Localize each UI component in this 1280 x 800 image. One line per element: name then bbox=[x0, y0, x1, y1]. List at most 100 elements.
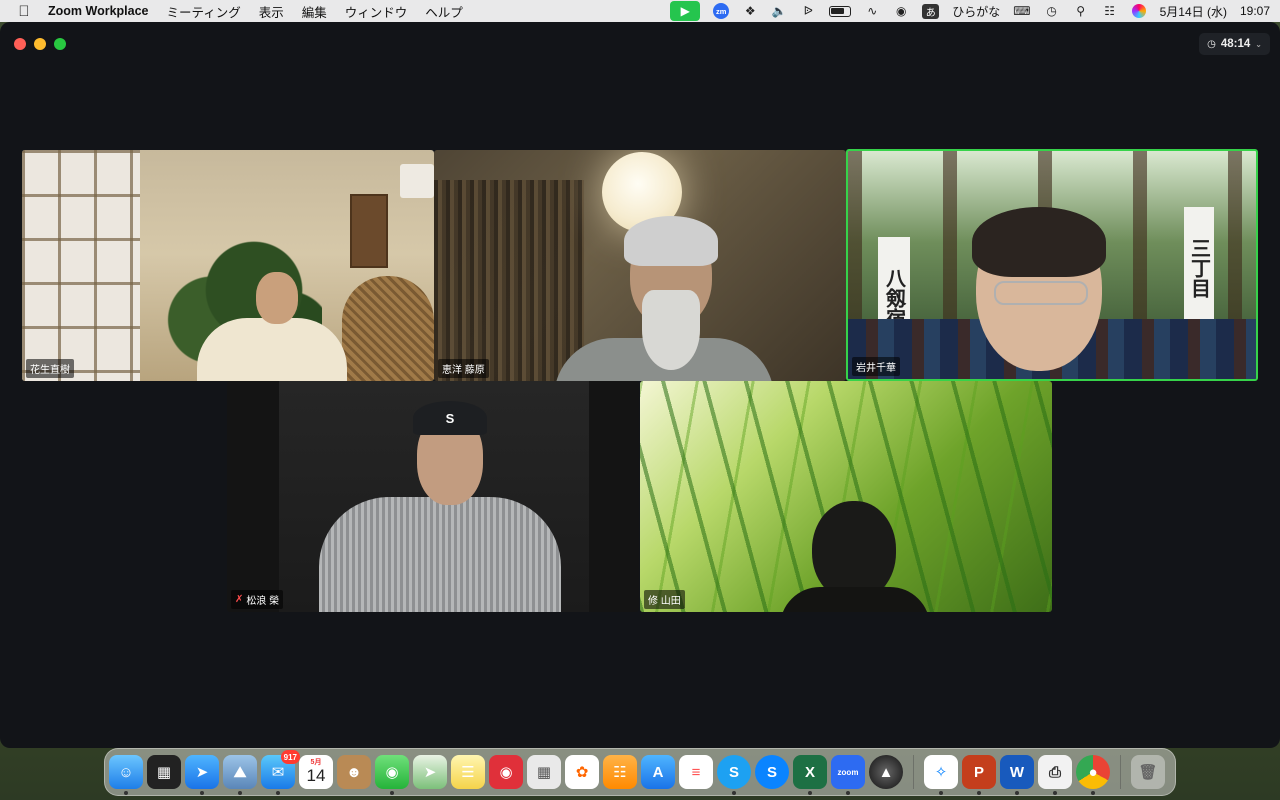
wicker-chair bbox=[342, 276, 434, 381]
printer-icon[interactable]: ⎙ bbox=[1038, 755, 1072, 795]
word-icon[interactable]: W bbox=[1000, 755, 1034, 795]
time-machine-icon[interactable]: ◷ bbox=[1044, 3, 1060, 19]
menu-edit[interactable]: 編集 bbox=[302, 2, 327, 21]
mail-icon[interactable]: ✉ 917 bbox=[261, 750, 300, 795]
wall-carving bbox=[350, 194, 388, 268]
books-icon[interactable]: ☷ bbox=[603, 755, 637, 789]
participant-name: 修 山田 bbox=[648, 596, 681, 607]
participant-hair bbox=[972, 207, 1106, 277]
zoom-meeting-window: ◷ 48:14 ⌄ 花生直樹 恵洋 藤原 八剱宿 三丁目 岩井千華 S ✗ 松浪… bbox=[0, 22, 1280, 748]
participant-cap: S bbox=[413, 401, 487, 435]
video-tile[interactable]: 恵洋 藤原 bbox=[434, 150, 846, 381]
participant-name: 花生直樹 bbox=[30, 365, 70, 376]
participant-body bbox=[780, 587, 930, 612]
dropbox-icon[interactable]: ❖ bbox=[742, 3, 758, 19]
menu-meeting[interactable]: ミーティング bbox=[166, 2, 240, 21]
dock-separator bbox=[913, 755, 914, 789]
participant-name-label: 恵洋 藤原 bbox=[438, 359, 489, 378]
meeting-timer[interactable]: ◷ 48:14 ⌄ bbox=[1199, 33, 1270, 55]
notes-icon[interactable]: ☰ bbox=[451, 755, 485, 789]
finder-icon[interactable]: ☺ bbox=[109, 755, 143, 795]
participant-name-label: 岩井千華 bbox=[852, 357, 900, 376]
photos-icon[interactable]: ✿ bbox=[565, 755, 599, 789]
mail-badge: 917 bbox=[280, 750, 300, 764]
participant-name-label: 修 山田 bbox=[644, 590, 685, 609]
bluetooth-icon[interactable]: ᐉ bbox=[800, 3, 816, 19]
participant-head bbox=[812, 501, 896, 601]
festival-banner: 三丁目 bbox=[1184, 207, 1214, 329]
status-area: ▶ zm ❖ 🔈 ᐉ ∿ ◉ あ ひらがな ⌨ ◷ ⚲ ☷ 5月14日 (水) … bbox=[670, 0, 1270, 22]
zoom-menu-icon[interactable]: zm bbox=[713, 3, 730, 19]
input-method-icon[interactable]: あ bbox=[922, 3, 940, 19]
close-window-button[interactable] bbox=[14, 38, 26, 50]
skype-letter: S bbox=[728, 763, 739, 781]
user-account-icon[interactable]: ◉ bbox=[893, 3, 909, 19]
chrome-icon[interactable]: ● bbox=[1076, 755, 1110, 795]
reminders-icon[interactable]: ≡ bbox=[679, 755, 713, 789]
bookshelf bbox=[434, 180, 584, 381]
maps-icon[interactable]: ➤ bbox=[413, 755, 447, 789]
participant-name: 岩井千華 bbox=[856, 363, 896, 374]
zoom-video-status-icon[interactable]: ▶ bbox=[670, 1, 701, 21]
app-menu-zoom-workplace[interactable]: Zoom Workplace bbox=[48, 4, 148, 18]
participant-name-label: ✗ 松浪 榮 bbox=[231, 590, 284, 609]
trash-icon[interactable]: 🗑 bbox=[1131, 755, 1165, 789]
preview-icon[interactable]: ⛰ bbox=[223, 755, 257, 795]
keyboard-icon[interactable]: ⌨ bbox=[1013, 3, 1030, 19]
messages-icon[interactable]: ◉ bbox=[375, 755, 409, 795]
video-tile[interactable]: 修 山田 bbox=[640, 381, 1052, 612]
wifi-icon[interactable]: ∿ bbox=[864, 3, 880, 19]
zoom-label: zoom bbox=[837, 767, 859, 777]
menu-bar-time[interactable]: 19:07 bbox=[1240, 4, 1270, 18]
calendar-icon[interactable]: 5月 14 bbox=[299, 755, 333, 789]
chevron-down-icon: ⌄ bbox=[1255, 39, 1262, 49]
video-tile[interactable]: S ✗ 松浪 榮 bbox=[227, 381, 639, 612]
window-controls bbox=[14, 38, 66, 50]
participant-name: 恵洋 藤原 bbox=[442, 365, 485, 376]
launchpad-icon[interactable]: ▦ bbox=[527, 755, 561, 789]
safari-icon[interactable]: ➤ bbox=[185, 755, 219, 795]
word-letter: W bbox=[1009, 763, 1025, 781]
menu-bar:  Zoom Workplace ミーティング 表示 編集 ウィンドウ ヘルプ … bbox=[0, 0, 1280, 22]
powerpoint-letter: P bbox=[973, 763, 984, 781]
skype-letter: S bbox=[766, 763, 777, 781]
powerpoint-icon[interactable]: P bbox=[962, 755, 996, 795]
shoji-screen bbox=[22, 150, 140, 381]
participant-head bbox=[256, 272, 298, 324]
contacts-icon[interactable]: ☻ bbox=[337, 755, 371, 789]
participant-beard bbox=[642, 290, 700, 370]
menu-help[interactable]: ヘルプ bbox=[425, 2, 463, 21]
menu-view[interactable]: 表示 bbox=[259, 2, 284, 21]
app-store-icon[interactable]: A bbox=[641, 755, 675, 789]
spotlight-search-icon[interactable]: ⚲ bbox=[1073, 3, 1089, 19]
apple-menu-icon[interactable]:  bbox=[0, 3, 48, 20]
microphone-muted-icon: ✗ bbox=[235, 594, 244, 605]
control-center-icon[interactable]: ☷ bbox=[1102, 3, 1118, 19]
siri-icon[interactable] bbox=[1131, 3, 1147, 19]
participant-name-label: 花生直樹 bbox=[26, 359, 74, 378]
input-method-label[interactable]: ひらがな bbox=[952, 3, 1000, 20]
volume-icon[interactable]: 🔈 bbox=[771, 3, 787, 19]
participant-name: 松浪 榮 bbox=[246, 596, 280, 607]
participant-body bbox=[197, 318, 347, 381]
meeting-timer-value: 48:14 bbox=[1220, 38, 1251, 50]
excel-icon[interactable]: X bbox=[793, 755, 827, 795]
air-conditioner bbox=[400, 164, 434, 198]
google-drive-icon[interactable]: ▲ bbox=[869, 755, 903, 789]
photo-booth-icon[interactable]: ◉ bbox=[489, 755, 523, 789]
menu-bar-date[interactable]: 5月14日 (水) bbox=[1160, 3, 1227, 20]
zoom-app-icon[interactable]: zoom bbox=[831, 755, 865, 795]
minimize-window-button[interactable] bbox=[34, 38, 46, 50]
video-tile[interactable]: 花生直樹 bbox=[22, 150, 434, 381]
menu-window[interactable]: ウィンドウ bbox=[345, 2, 408, 21]
video-tile-active-speaker[interactable]: 八剱宿 三丁目 岩井千華 bbox=[846, 149, 1258, 381]
fullscreen-window-button[interactable] bbox=[54, 38, 66, 50]
skype-for-business-icon[interactable]: S bbox=[755, 755, 789, 789]
skype-icon[interactable]: S bbox=[717, 755, 751, 795]
battery-icon[interactable] bbox=[829, 3, 852, 19]
participant-glasses bbox=[994, 281, 1088, 305]
dock: ☺ ▦ ➤ ⛰ ✉ 917 5月 14 ☻ ◉ ➤ ☰ ◉ ▦ ✿ ☷ A ≡ S… bbox=[104, 748, 1176, 796]
mission-control-icon[interactable]: ▦ bbox=[147, 755, 181, 789]
messenger-icon[interactable]: ✧ bbox=[924, 755, 958, 795]
calendar-day: 14 bbox=[306, 766, 326, 785]
